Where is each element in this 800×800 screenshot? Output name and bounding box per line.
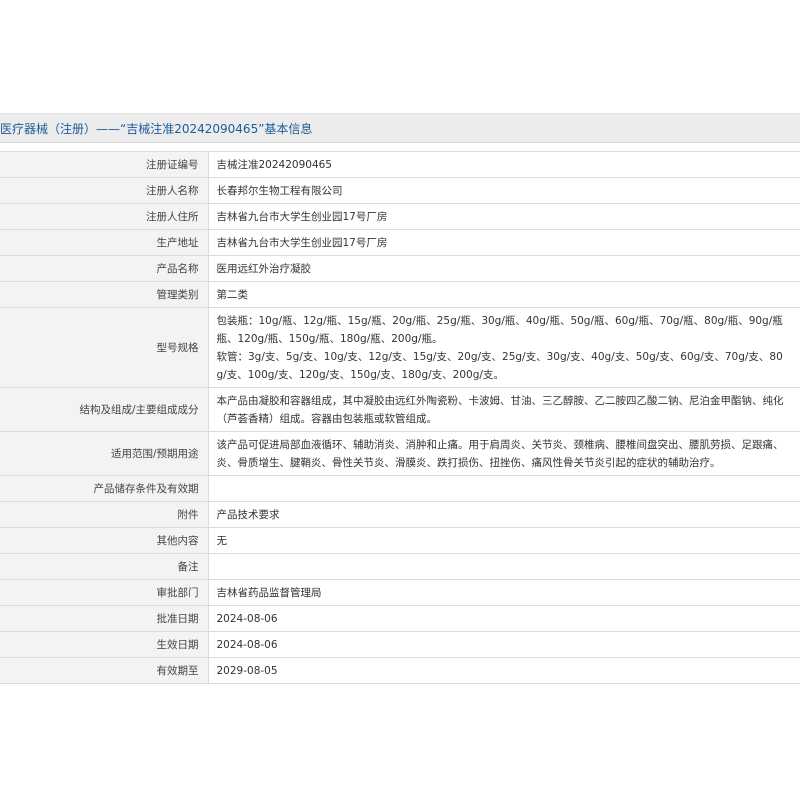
- table-row: 有效期至 2029-08-05: [0, 657, 800, 684]
- page-title: 医疗器械（注册）——“吉械注准20242090465”基本信息: [0, 122, 313, 136]
- row-value-approval-date: 2024-08-06: [208, 605, 800, 632]
- row-value-text: 吉林省九台市大学生创业园17号厂房: [216, 210, 388, 223]
- row-value-text: 2024-08-06: [216, 612, 278, 625]
- row-value-registrant-name: 长春邦尔生物工程有限公司: [208, 177, 800, 204]
- row-value-effective-date: 2024-08-06: [208, 631, 800, 658]
- row-value-intended-use: 该产品可促进局部血液循环、辅助消炎、消肿和止痛。用于肩周炎、关节炎、颈椎病、腰椎…: [208, 431, 800, 476]
- row-value-registration-number: 吉械注准20242090465: [208, 151, 800, 178]
- row-label-attachment: 附件: [0, 501, 209, 528]
- row-value-remarks: [208, 553, 800, 580]
- table-row: 管理类别 第二类: [0, 281, 800, 308]
- row-label-production-address: 生产地址: [0, 229, 209, 256]
- table-row: 产品储存条件及有效期: [0, 475, 800, 502]
- row-label-storage-conditions: 产品储存条件及有效期: [0, 475, 209, 502]
- row-value-registrant-address: 吉林省九台市大学生创业园17号厂房: [208, 203, 800, 230]
- table-row: 生产地址 吉林省九台市大学生创业园17号厂房: [0, 229, 800, 256]
- table-row: 注册人名称 长春邦尔生物工程有限公司: [0, 177, 800, 204]
- row-value-text: 第二类: [216, 288, 249, 301]
- row-value-line: （芦荟香精）组成。容器由包装瓶或软管组成。: [216, 412, 438, 425]
- row-label-registrant-address: 注册人住所: [0, 203, 209, 230]
- row-value-line: g/支、100g/支、120g/支、150g/支、180g/支、200g/支。: [216, 368, 504, 381]
- row-value-other-content: 无: [208, 527, 800, 554]
- row-value-text: 产品技术要求: [216, 508, 280, 521]
- row-label-other-content: 其他内容: [0, 527, 209, 554]
- row-label-approval-department: 审批部门: [0, 579, 209, 606]
- row-label-registrant-name: 注册人名称: [0, 177, 209, 204]
- row-label-valid-until: 有效期至: [0, 657, 209, 684]
- row-value-text: 2024-08-06: [216, 638, 278, 651]
- table-row: 其他内容 无: [0, 527, 800, 554]
- row-label-management-category: 管理类别: [0, 281, 209, 308]
- row-value-line: 软管：3g/支、5g/支、10g/支、12g/支、15g/支、20g/支、25g…: [216, 350, 783, 363]
- row-value-text: 吉林省九台市大学生创业园17号厂房: [216, 236, 388, 249]
- row-label-composition: 结构及组成/主要组成成分: [0, 387, 209, 432]
- row-value-line: 该产品可促进局部血液循环、辅助消炎、消肿和止痛。用于肩周炎、关节炎、颈椎病、腰椎…: [216, 438, 784, 451]
- table-row: 备注: [0, 553, 800, 580]
- row-value-approval-department: 吉林省药品监督管理局: [208, 579, 800, 606]
- row-value-product-name: 医用远红外治疗凝胶: [208, 255, 800, 282]
- row-value-text: 长春邦尔生物工程有限公司: [216, 184, 343, 197]
- table-row: 产品名称 医用远红外治疗凝胶: [0, 255, 800, 282]
- row-value-line: 包装瓶：10g/瓶、12g/瓶、15g/瓶、20g/瓶、25g/瓶、30g/瓶、…: [216, 314, 783, 327]
- table-row: 型号规格 包装瓶：10g/瓶、12g/瓶、15g/瓶、20g/瓶、25g/瓶、3…: [0, 307, 800, 388]
- row-label-registration-number: 注册证编号: [0, 151, 209, 178]
- table-row: 注册人住所 吉林省九台市大学生创业园17号厂房: [0, 203, 800, 230]
- row-value-attachment: 产品技术要求: [208, 501, 800, 528]
- row-label-effective-date: 生效日期: [0, 631, 209, 658]
- row-value-line: 本产品由凝胶和容器组成，其中凝胶由远红外陶瓷粉、卡波姆、甘油、三乙醇胺、乙二胺四…: [216, 394, 784, 407]
- section-header: 医疗器械（注册）——“吉械注准20242090465”基本信息: [0, 113, 800, 143]
- row-value-text: 2029-08-05: [216, 664, 278, 677]
- row-label-remarks: 备注: [0, 553, 209, 580]
- table-row: 附件 产品技术要求: [0, 501, 800, 528]
- table-row: 结构及组成/主要组成成分 本产品由凝胶和容器组成，其中凝胶由远红外陶瓷粉、卡波姆…: [0, 387, 800, 432]
- row-label-model-spec: 型号规格: [0, 307, 209, 388]
- row-value-text: 医用远红外治疗凝胶: [216, 262, 312, 275]
- row-label-product-name: 产品名称: [0, 255, 209, 282]
- row-value-valid-until: 2029-08-05: [208, 657, 800, 684]
- table-row: 生效日期 2024-08-06: [0, 631, 800, 658]
- row-value-composition: 本产品由凝胶和容器组成，其中凝胶由远红外陶瓷粉、卡波姆、甘油、三乙醇胺、乙二胺四…: [208, 387, 800, 432]
- registration-info-table: 注册证编号 吉械注准20242090465 注册人名称 长春邦尔生物工程有限公司…: [0, 151, 800, 684]
- row-value-line: 瓶、120g/瓶、150g/瓶、180g/瓶、200g/瓶。: [216, 332, 443, 345]
- table-row: 批准日期 2024-08-06: [0, 605, 800, 632]
- row-value-line: 炎、骨质增生、腱鞘炎、骨性关节炎、滑膜炎、跌打损伤、扭挫伤、痛风性骨关节炎引起的…: [216, 456, 721, 469]
- row-value-model-spec: 包装瓶：10g/瓶、12g/瓶、15g/瓶、20g/瓶、25g/瓶、30g/瓶、…: [208, 307, 800, 388]
- table-row: 注册证编号 吉械注准20242090465: [0, 151, 800, 178]
- table-row: 审批部门 吉林省药品监督管理局: [0, 579, 800, 606]
- row-value-production-address: 吉林省九台市大学生创业园17号厂房: [208, 229, 800, 256]
- table-row: 适用范围/预期用途 该产品可促进局部血液循环、辅助消炎、消肿和止痛。用于肩周炎、…: [0, 431, 800, 476]
- row-value-text: 吉械注准20242090465: [216, 158, 333, 171]
- row-value-text: 无: [216, 534, 228, 547]
- row-value-storage-conditions: [208, 475, 800, 502]
- row-label-intended-use: 适用范围/预期用途: [0, 431, 209, 476]
- row-label-approval-date: 批准日期: [0, 605, 209, 632]
- row-value-text: 吉林省药品监督管理局: [216, 586, 322, 599]
- row-value-management-category: 第二类: [208, 281, 800, 308]
